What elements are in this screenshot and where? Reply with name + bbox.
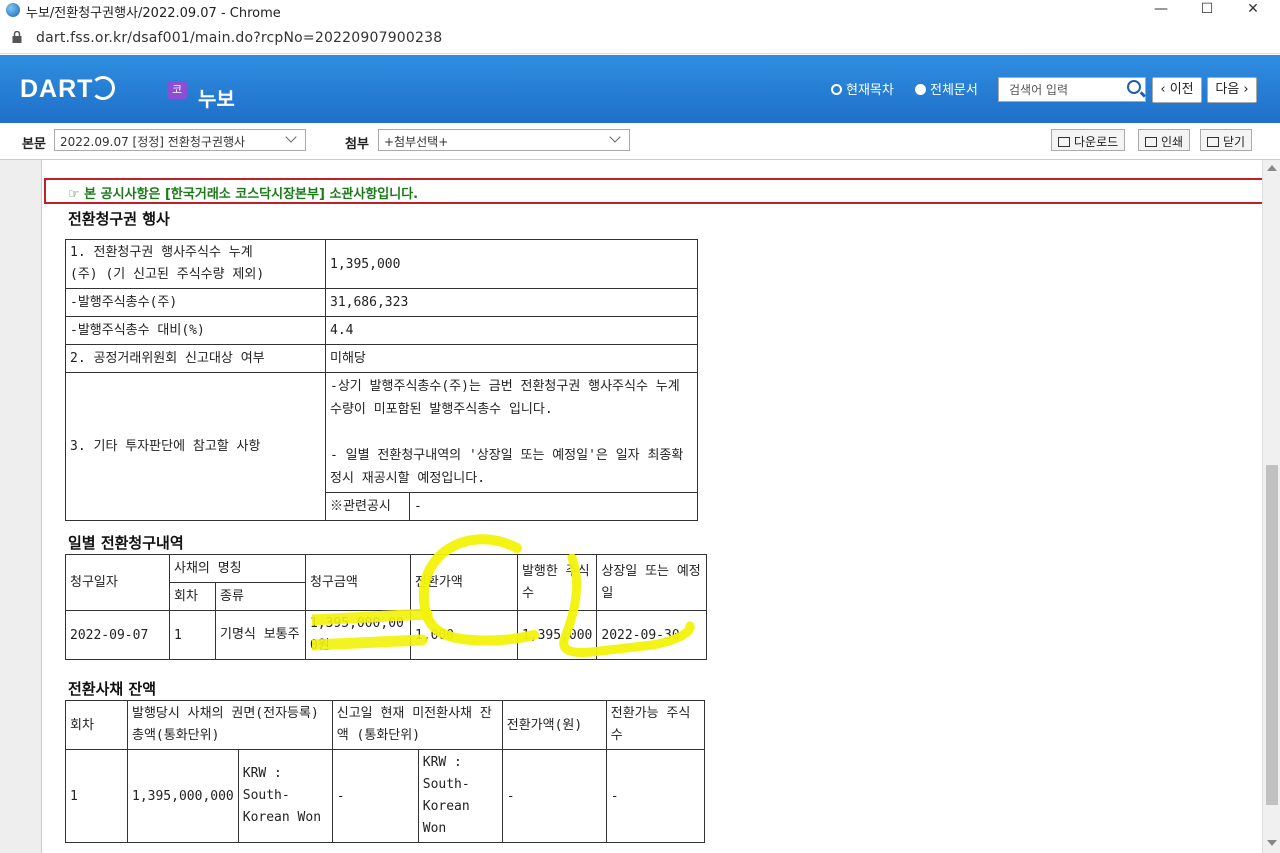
header-remaining: 신고일 현재 미전환사채 잔액 (통화단위): [331, 700, 503, 750]
row-value: 1,395,000: [325, 239, 698, 289]
cell-round: 1: [65, 749, 128, 843]
url-text[interactable]: dart.fss.or.kr/dsaf001/main.do?rcpNo=202…: [36, 30, 442, 46]
search-icon[interactable]: [1127, 80, 1141, 94]
cell-remaining-amount: -: [331, 749, 419, 843]
radio-full-document[interactable]: 전체문서: [915, 79, 978, 98]
prev-button[interactable]: ‹ 이전: [1152, 77, 1202, 103]
radio-current-toc[interactable]: 현재목차: [831, 79, 894, 98]
row-label: 3. 기타 투자판단에 참고할 사항: [65, 372, 326, 521]
header-round: 회차: [65, 700, 128, 750]
company-name: 누보: [198, 87, 235, 111]
attach-select[interactable]: +첨부선택+: [378, 129, 630, 151]
document-toolbar: 본문 2022.09.07 [정정] 전환청구권행사 첨부 +첨부선택+ 다운로…: [0, 123, 1280, 160]
header-issued: 발행한 주식수: [516, 554, 598, 611]
chrome-app-icon: [6, 3, 20, 17]
window-title-bar: 누보/전환청구권행사/2022.09.07 - Chrome — ☐ ✕: [0, 0, 1280, 22]
header-price: 전환가액: [409, 554, 518, 611]
address-bar[interactable]: dart.fss.or.kr/dsaf001/main.do?rcpNo=202…: [0, 22, 1280, 54]
radio-filled-icon: [915, 84, 926, 95]
chevron-down-icon: [285, 131, 297, 143]
kosdaq-badge: 코: [167, 81, 187, 99]
body-label: 본문: [22, 137, 46, 152]
header-kind: 종류: [215, 582, 306, 611]
header-bond-name: 사채의 명칭: [169, 554, 306, 583]
row-label: 2. 공정거래위원회 신고대상 여부: [65, 344, 326, 373]
close-window-button[interactable]: ✕: [1230, 0, 1276, 20]
row-value: 미해당: [325, 344, 698, 373]
header-face-amount: 발행당시 사채의 권면(전자등록)총액(통화단위): [127, 700, 333, 750]
row-label: 1. 전환청구권 행사주식수 누계 (주) (기 신고된 주식수량 제외): [65, 239, 326, 289]
row-value: 4.4: [325, 316, 698, 345]
window-title: 누보/전환청구권행사/2022.09.07 - Chrome: [26, 6, 281, 21]
exercise-table: 1. 전환청구권 행사주식수 누계 (주) (기 신고된 주식수량 제외) 1,…: [65, 239, 698, 521]
chevron-down-icon: [609, 131, 621, 143]
minimize-button[interactable]: —: [1138, 0, 1184, 20]
header-date: 청구일자: [65, 554, 170, 611]
cell-amount: 1,395,000,000원: [304, 610, 411, 660]
download-button[interactable]: 다운로드: [1051, 129, 1126, 151]
dart-swirl-icon: [91, 76, 116, 100]
maximize-button[interactable]: ☐: [1184, 0, 1230, 20]
related-label: ※관련공시: [325, 492, 410, 521]
row-value: 31,686,323: [325, 288, 698, 317]
row-label: -발행주식총수 대비(%): [65, 316, 326, 345]
cell-convertible-shares: -: [605, 749, 706, 843]
scroll-up-icon[interactable]: [1267, 165, 1277, 171]
cell-face-amount: 1,395,000,000: [127, 749, 239, 843]
lock-icon: [12, 31, 22, 43]
next-button[interactable]: 다음 ›: [1207, 77, 1257, 103]
header-listing: 상장일 또는 예정일: [596, 554, 707, 611]
scroll-down-icon[interactable]: [1267, 840, 1277, 846]
row-label: -발행주식총수(주): [65, 288, 326, 317]
search-input[interactable]: 검색어 입력: [998, 77, 1146, 102]
cell-issued: 1,395,000: [516, 610, 598, 660]
notice-banner: ☞ 본 공시사항은 [한국거래소 코스닥시장본부] 소관사항입니다.: [44, 178, 1262, 204]
cell-listing: 2022-09-30: [596, 610, 707, 660]
cell-kind: 기명식 보통주: [215, 610, 306, 660]
cell-conversion-price: -: [501, 749, 607, 843]
row-value: -상기 발행주식총수(주)는 금번 전환청구권 행사주식수 누계 수량이 미포함…: [325, 372, 698, 493]
daily-claims-table: 청구일자 사채의 명칭 청구금액 전환가액 발행한 주식수 상장일 또는 예정일…: [65, 554, 707, 660]
scrollbar-thumb[interactable]: [1266, 465, 1278, 805]
header-round: 회차: [169, 582, 216, 611]
cell-price: 1,000: [409, 610, 518, 660]
print-icon: [1145, 137, 1157, 147]
print-button[interactable]: 인쇄: [1138, 129, 1191, 151]
header-amount: 청구금액: [304, 554, 411, 611]
cell-date: 2022-09-07: [65, 610, 170, 660]
radio-empty-icon: [831, 84, 842, 95]
dart-logo[interactable]: DART: [20, 75, 116, 104]
header-conversion-price: 전환가액(원): [501, 700, 607, 750]
related-value: -: [409, 492, 698, 521]
close-button[interactable]: 닫기: [1200, 129, 1253, 151]
section3-title: 전환사채 잔액: [68, 680, 157, 698]
balance-table: 회차 발행당시 사채의 권면(전자등록)총액(통화단위) 신고일 현재 미전환사…: [65, 700, 706, 843]
download-icon: [1058, 137, 1070, 147]
section1-title: 전환청구권 행사: [68, 210, 170, 228]
vertical-scrollbar[interactable]: [1262, 160, 1280, 853]
cell-round: 1: [169, 610, 216, 660]
cell-remaining-currency: KRW : South-Korean Won: [417, 749, 503, 843]
body-select[interactable]: 2022.09.07 [정정] 전환청구권행사: [54, 129, 306, 151]
attach-label: 첨부: [345, 137, 369, 152]
toc-pane: [0, 160, 42, 853]
document-content: ☞ 본 공시사항은 [한국거래소 코스닥시장본부] 소관사항입니다. 전환청구권…: [42, 160, 1262, 853]
section2-title: 일별 전환청구내역: [68, 534, 184, 552]
close-doc-icon: [1207, 137, 1219, 147]
header-convertible-shares: 전환가능 주식수: [605, 700, 706, 750]
cell-face-currency: KRW : South-Korean Won: [237, 749, 333, 843]
